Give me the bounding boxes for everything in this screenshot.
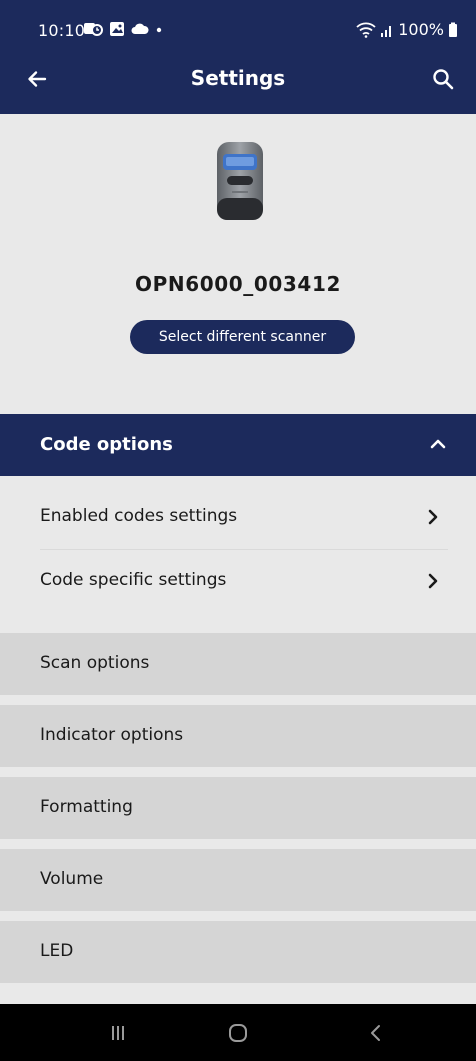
section-label: Formatting [40,797,133,817]
section-indicator-options[interactable]: Indicator options [0,705,476,767]
cloud-icon [131,23,149,34]
system-back-button[interactable] [336,1004,416,1061]
system-status: 100% [356,20,458,39]
list-item-enabled-codes[interactable]: Enabled codes settings [0,485,476,549]
section-volume[interactable]: Volume [0,849,476,911]
section-code-options[interactable]: Code options [0,414,476,476]
chevron-up-icon [430,439,446,449]
wifi-icon [356,22,376,38]
select-scanner-button[interactable]: Select different scanner [130,320,355,354]
search-button[interactable] [426,62,460,96]
recent-apps-button[interactable] [78,1004,158,1061]
notification-icons [83,20,163,38]
dot-icon [156,27,162,33]
back-icon [371,1024,380,1041]
page-title: Settings [190,66,286,90]
section-scan-options[interactable]: Scan options [0,633,476,695]
scanner-header: OPN6000_003412 Select different scanner [0,114,476,414]
recent-apps-icon [112,1025,124,1040]
search-icon [433,69,454,90]
chevron-right-icon [428,573,438,589]
section-label: Scan options [40,653,150,673]
list-item-code-specific[interactable]: Code specific settings [0,549,476,613]
chevron-right-icon [428,509,438,525]
section-formatting[interactable]: Formatting [0,777,476,839]
list-item-label: Code specific settings [40,570,227,590]
battery-icon [449,22,457,37]
section-label: Volume [40,869,104,889]
scanner-name: OPN6000_003412 [135,272,341,296]
scanner-device-image [217,142,263,220]
section-title: Code options [40,434,173,455]
navigation-bar [0,1004,476,1061]
section-label: LED [40,941,74,961]
battery-percent: 100% [398,20,444,39]
section-led[interactable]: LED [0,921,476,983]
home-icon [229,1023,247,1042]
list-item-label: Enabled codes settings [40,506,238,526]
signal-icon [381,25,392,37]
image-icon [110,22,124,36]
section-label: Indicator options [40,725,184,745]
clock-icon [84,23,103,36]
status-bar: 10:10 100% [0,0,476,44]
app-bar: Settings [0,44,476,114]
home-button[interactable] [198,1004,278,1061]
status-time: 10:10 [38,21,86,40]
